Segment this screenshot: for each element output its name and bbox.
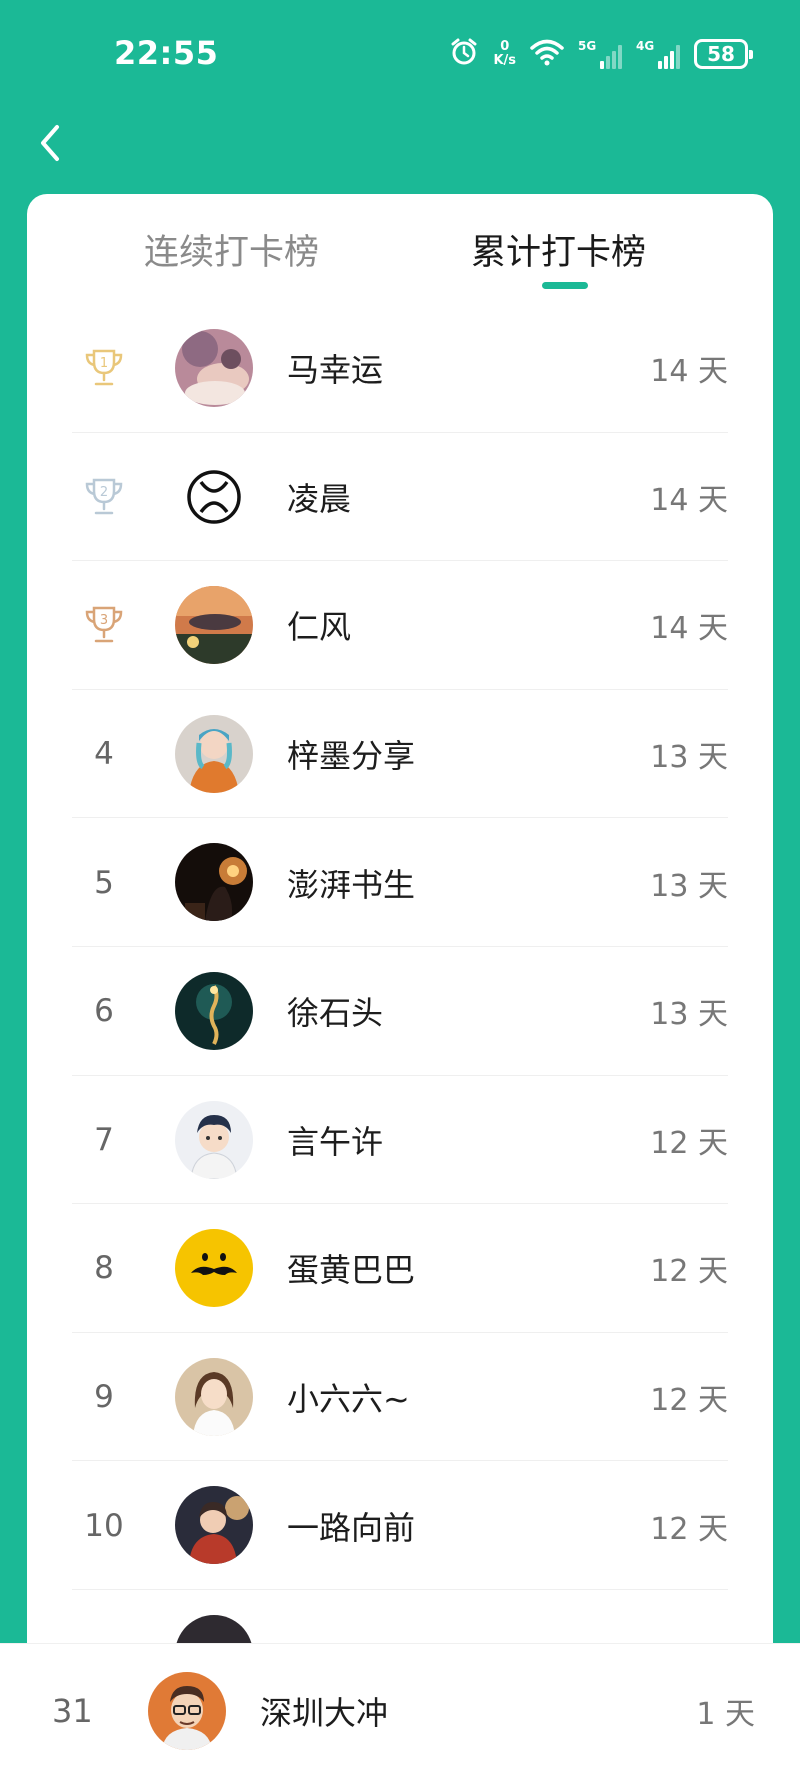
tab-consecutive[interactable]: 连续打卡榜 xyxy=(144,224,319,275)
user-name: 蛋黄巴巴 xyxy=(287,1251,416,1290)
user-name: 小六六~ xyxy=(287,1380,410,1419)
rank-cell: 3 xyxy=(77,561,131,690)
avatar xyxy=(175,457,253,536)
rank-number: 10 xyxy=(84,1507,124,1544)
day-count: 13 天 xyxy=(650,740,728,776)
list-item[interactable]: 1 马幸运 14 天 xyxy=(27,304,773,433)
day-count: 12 天 xyxy=(650,1511,728,1547)
user-name: 言午许 xyxy=(287,1122,384,1161)
list-item[interactable]: 5 澎湃书生 13 天 xyxy=(27,818,773,947)
avatar xyxy=(175,714,253,793)
tab-bar: 连续打卡榜 累计打卡榜 xyxy=(27,194,773,294)
trophy-rank-text: 2 xyxy=(100,485,108,500)
tab-indicator xyxy=(542,282,588,289)
rank-number: 8 xyxy=(94,1250,114,1287)
list-item[interactable]: 9 小六六~ 12 天 xyxy=(27,1333,773,1462)
trophy-silver-icon: 2 xyxy=(85,478,123,515)
user-name: 一路向前 xyxy=(287,1508,416,1547)
day-count: 13 天 xyxy=(650,868,728,904)
user-name: 仁风 xyxy=(287,608,352,647)
day-count: 14 天 xyxy=(650,354,728,390)
chevron-left-icon xyxy=(41,125,59,161)
rank-number: 4 xyxy=(94,736,114,773)
rank-number: 9 xyxy=(94,1379,114,1416)
day-count: 12 天 xyxy=(650,1125,728,1161)
user-name: 马幸运 xyxy=(287,351,384,390)
status-icons: 0 K/s 5G 4G 58 xyxy=(449,36,753,72)
ranking-list: 1 马幸运 14 天 2 凌晨 14 天 3 仁风 14 天 4 梓墨分享 13… xyxy=(27,304,773,1719)
list-item[interactable]: 3 仁风 14 天 xyxy=(27,561,773,690)
signal-icon: 5G xyxy=(578,39,622,69)
user-name: 凌晨 xyxy=(287,479,352,518)
my-day-count: 1 天 xyxy=(696,1697,755,1732)
avatar xyxy=(175,843,253,922)
signal-4g-label: 4G xyxy=(636,39,655,53)
day-count: 13 天 xyxy=(650,997,728,1033)
tab-cumulative[interactable]: 累计打卡榜 xyxy=(471,224,646,275)
trophy-bronze-icon: 3 xyxy=(85,607,123,643)
avatar xyxy=(175,1100,253,1179)
rank-number: 5 xyxy=(94,864,114,901)
list-item[interactable]: 2 凌晨 14 天 xyxy=(27,433,773,562)
net-speed-unit: K/s xyxy=(493,53,516,68)
user-name: 澎湃书生 xyxy=(287,865,416,904)
trophy-gold-icon: 1 xyxy=(85,350,123,386)
rank-number: 6 xyxy=(94,993,114,1030)
avatar xyxy=(175,329,253,407)
day-count: 14 天 xyxy=(650,611,728,647)
status-time: 22:55 xyxy=(114,34,219,72)
my-rank-bar[interactable]: 31 深圳大冲 1 天 xyxy=(0,1643,800,1778)
list-item[interactable]: 7 言午许 12 天 xyxy=(27,1076,773,1205)
signal-icon: 4G xyxy=(636,39,680,69)
avatar xyxy=(175,971,253,1050)
avatar xyxy=(175,1357,253,1436)
avatar xyxy=(175,1229,253,1308)
signal-5g-label: 5G xyxy=(578,39,597,53)
my-avatar xyxy=(148,1672,226,1750)
battery-icon: 58 xyxy=(694,39,753,69)
status-bar: 22:55 0 K/s 5G 4G 58 xyxy=(0,0,800,100)
day-count: 12 天 xyxy=(650,1383,728,1419)
list-item[interactable]: 8 蛋黄巴巴 12 天 xyxy=(27,1204,773,1333)
trophy-rank-text: 1 xyxy=(100,356,108,371)
user-name: 徐石头 xyxy=(287,994,384,1033)
rank-cell: 1 xyxy=(77,304,131,433)
leaderboard-card: 连续打卡榜 累计打卡榜 1 马幸运 14 天 2 凌晨 14 天 3 仁风 14… xyxy=(27,194,773,1778)
avatar xyxy=(175,586,253,665)
avatar xyxy=(175,1486,253,1565)
user-name: 梓墨分享 xyxy=(287,737,416,776)
back-button[interactable] xyxy=(30,118,70,168)
net-speed: 0 K/s xyxy=(493,40,516,68)
my-name: 深圳大冲 xyxy=(260,1694,389,1732)
list-item[interactable]: 4 梓墨分享 13 天 xyxy=(27,690,773,819)
alarm-icon xyxy=(449,37,479,71)
rank-cell: 2 xyxy=(77,433,131,562)
day-count: 12 天 xyxy=(650,1254,728,1290)
day-count: 14 天 xyxy=(650,482,728,518)
my-rank-number: 31 xyxy=(52,1692,93,1730)
net-speed-value: 0 xyxy=(500,39,510,54)
battery-level: 58 xyxy=(707,42,735,66)
wifi-icon xyxy=(530,38,564,70)
list-item[interactable]: 6 徐石头 13 天 xyxy=(27,947,773,1076)
trophy-rank-text: 3 xyxy=(100,613,108,628)
list-item[interactable]: 10 一路向前 12 天 xyxy=(27,1461,773,1590)
rank-number: 7 xyxy=(94,1121,114,1158)
